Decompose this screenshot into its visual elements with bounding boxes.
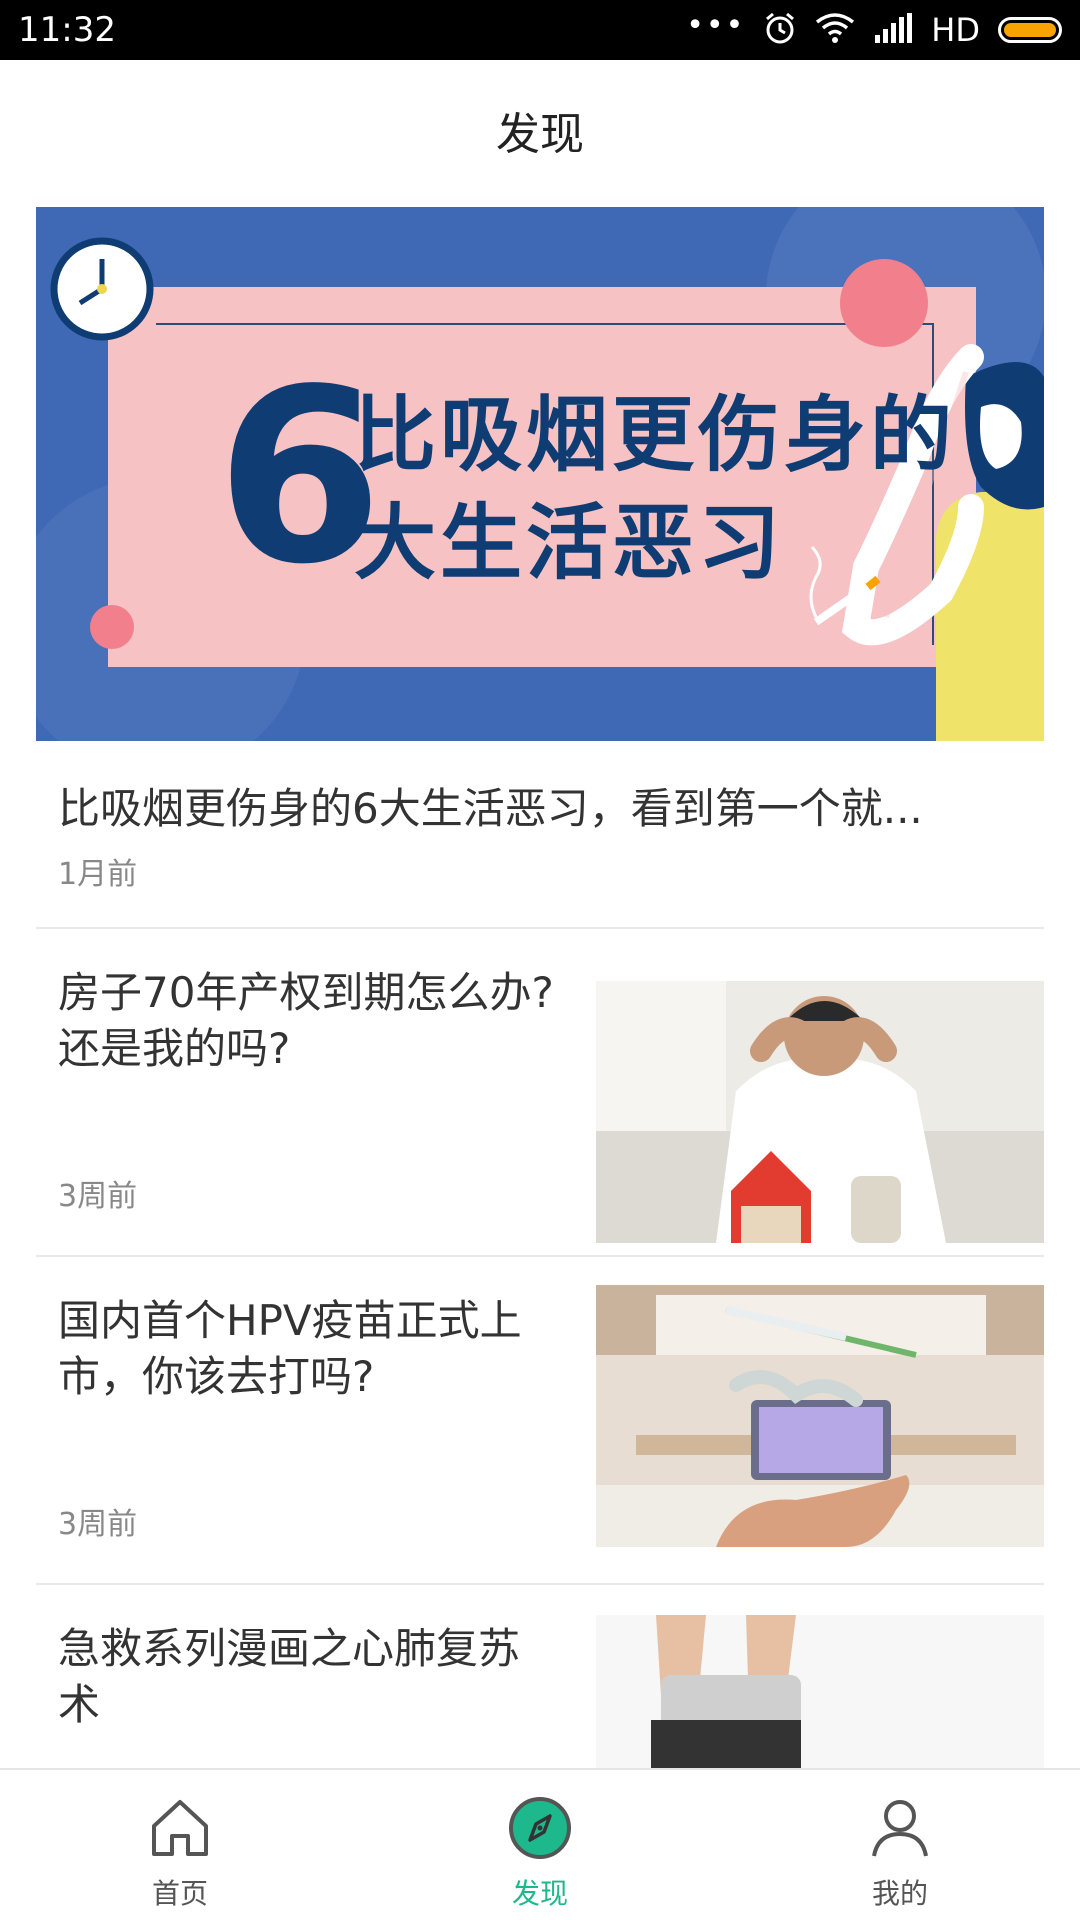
article-thumbnail <box>596 1285 1044 1547</box>
article-title: 国内首个HPV疫苗正式上市，你该去打吗? <box>58 1296 522 1401</box>
nav-label: 首页 <box>151 1877 208 1910</box>
banner-line-2: 大生活恶习 <box>354 496 785 591</box>
alarm-icon <box>763 11 797 49</box>
article-item[interactable]: 国内首个HPV疫苗正式上市，你该去打吗? 3周前 <box>36 1257 1044 1583</box>
article-time: 3周前 <box>58 1507 138 1542</box>
user-icon <box>868 1800 932 1864</box>
signal-icon <box>873 13 913 47</box>
featured-banner-image[interactable]: 6 比吸烟更伤身的 大生活恶习 <box>36 207 1044 741</box>
nav-discover[interactable]: 发现 <box>440 1796 640 1912</box>
battery-icon <box>998 17 1062 43</box>
status-bar: 11:32 ••• HD <box>0 0 1080 60</box>
article-thumbnail <box>596 1615 1044 1768</box>
battery-fill <box>1004 23 1056 37</box>
article-feed[interactable]: 6 比吸烟更伤身的 大生活恶习 比吸烟更伤身的6大生活恶习，看到第一个就... … <box>36 207 1044 1768</box>
article-title: 比吸烟更伤身的6大生活恶习，看到第一个就... <box>58 784 923 833</box>
article-time: 1月前 <box>58 857 138 892</box>
featured-article[interactable]: 6 比吸烟更伤身的 大生活恶习 比吸烟更伤身的6大生活恶习，看到第一个就... … <box>36 207 1044 927</box>
status-time: 11:32 <box>18 10 116 50</box>
more-dots: ••• <box>686 8 746 43</box>
header: 发现 <box>0 60 1080 200</box>
home-icon <box>148 1800 212 1864</box>
nav-label: 发现 <box>511 1877 568 1910</box>
banner-line-1: 比吸烟更伤身的 <box>354 388 957 483</box>
nav-profile[interactable]: 我的 <box>800 1796 1000 1912</box>
network-label: HD <box>931 11 980 49</box>
page-title: 发现 <box>496 109 584 160</box>
article-item[interactable]: 急救系列漫画之心肺复苏术 <box>36 1585 1044 1768</box>
article-item[interactable]: 房子70年产权到期怎么办? 还是我的吗? 3周前 <box>36 929 1044 1255</box>
wifi-icon <box>815 12 855 48</box>
banner-headline: 比吸烟更伤身的 大生活恶习 <box>354 382 956 598</box>
nav-home[interactable]: 首页 <box>80 1796 280 1912</box>
article-time: 3周前 <box>58 1179 138 1214</box>
status-icons: ••• HD <box>686 8 1062 52</box>
nav-label: 我的 <box>871 1877 928 1910</box>
compass-icon <box>508 1797 572 1864</box>
article-title: 急救系列漫画之心肺复苏术 <box>58 1624 521 1729</box>
bottom-navigation: 首页 发现 我的 <box>0 1768 1080 1920</box>
article-thumbnail <box>596 981 1044 1243</box>
article-title: 房子70年产权到期怎么办? 还是我的吗? <box>58 968 554 1073</box>
